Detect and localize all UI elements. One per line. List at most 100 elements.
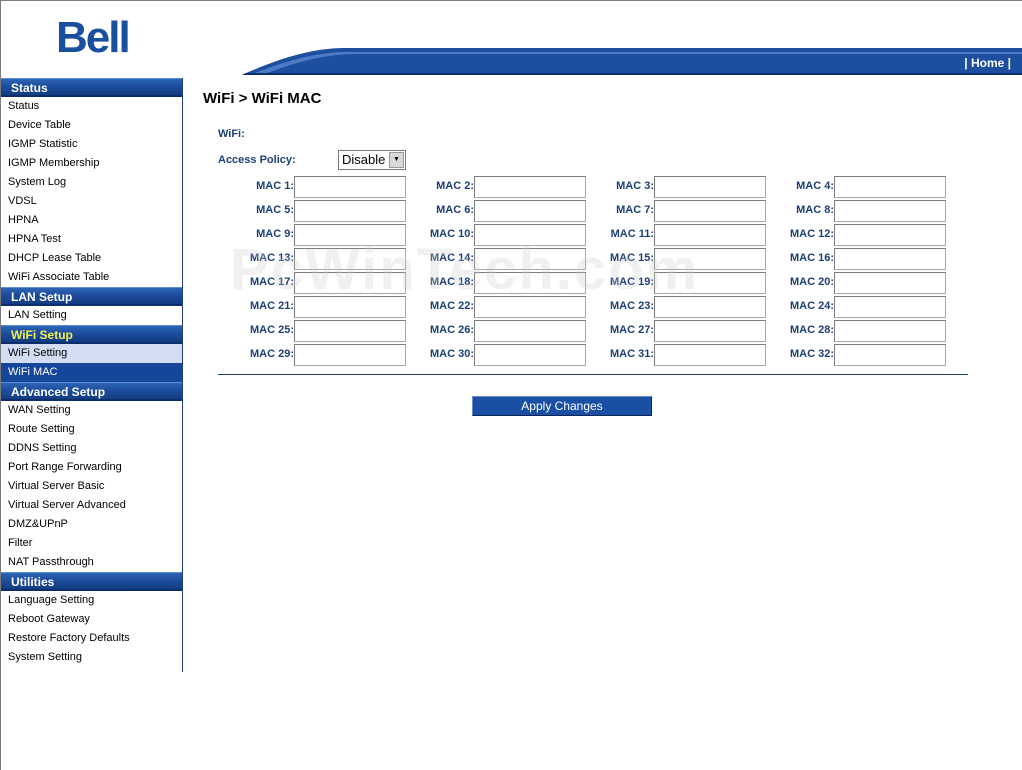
access-policy-select[interactable]: Disable ▼ <box>338 150 406 170</box>
mac-input[interactable] <box>654 344 766 366</box>
sidebar-item-ddns-setting[interactable]: DDNS Setting <box>1 439 182 458</box>
mac-input[interactable] <box>834 344 946 366</box>
mac-input[interactable] <box>834 200 946 222</box>
sidebar-item-nat-passthrough[interactable]: NAT Passthrough <box>1 553 182 572</box>
mac-field-10: MAC 10: <box>406 224 586 246</box>
divider <box>218 374 968 375</box>
mac-field-25: MAC 25: <box>226 320 406 342</box>
sidebar-item-device-table[interactable]: Device Table <box>1 116 182 135</box>
bell-logo: Bell <box>56 13 131 62</box>
sidebar-item-route-setting[interactable]: Route Setting <box>1 420 182 439</box>
mac-field-4: MAC 4: <box>766 176 946 198</box>
mac-input[interactable] <box>474 344 586 366</box>
mac-input[interactable] <box>654 200 766 222</box>
mac-input[interactable] <box>834 296 946 318</box>
mac-label: MAC 1: <box>256 180 294 192</box>
sidebar-item-hpna[interactable]: HPNA <box>1 211 182 230</box>
mac-input[interactable] <box>474 248 586 270</box>
mac-field-3: MAC 3: <box>586 176 766 198</box>
header: Bell | Home | <box>0 0 1022 78</box>
mac-label: MAC 22: <box>429 300 474 312</box>
mac-field-23: MAC 23: <box>586 296 766 318</box>
mac-input[interactable] <box>474 320 586 342</box>
mac-input[interactable] <box>834 248 946 270</box>
mac-input[interactable] <box>834 320 946 342</box>
mac-label: MAC 27: <box>609 324 654 336</box>
mac-label: MAC 5: <box>256 204 294 216</box>
mac-field-13: MAC 13: <box>226 248 406 270</box>
mac-input[interactable] <box>834 272 946 294</box>
mac-field-22: MAC 22: <box>406 296 586 318</box>
mac-field-6: MAC 6: <box>406 200 586 222</box>
mac-field-5: MAC 5: <box>226 200 406 222</box>
sidebar-item-virtual-server-advanced[interactable]: Virtual Server Advanced <box>1 496 182 515</box>
main-content: WiFi > WiFi MAC WiFi: Access Policy: Dis… <box>203 90 1003 416</box>
mac-label: MAC 6: <box>436 204 474 216</box>
mac-input[interactable] <box>294 176 406 198</box>
mac-field-18: MAC 18: <box>406 272 586 294</box>
mac-field-7: MAC 7: <box>586 200 766 222</box>
mac-label: MAC 8: <box>796 204 834 216</box>
mac-input[interactable] <box>834 176 946 198</box>
sidebar-item-system-setting[interactable]: System Setting <box>1 648 182 667</box>
mac-input[interactable] <box>654 320 766 342</box>
sidebar-item-lan-setting[interactable]: LAN Setting <box>1 306 182 325</box>
mac-input[interactable] <box>294 248 406 270</box>
access-policy-value: Disable <box>342 152 386 167</box>
sidebar-item-dhcp-lease-table[interactable]: DHCP Lease Table <box>1 249 182 268</box>
mac-input[interactable] <box>294 224 406 246</box>
sidebar-item-vdsl[interactable]: VDSL <box>1 192 182 211</box>
mac-label: MAC 31: <box>609 348 654 360</box>
sidebar-section-wifi-setup: WiFi Setup <box>1 325 182 344</box>
sidebar-item-virtual-server-basic[interactable]: Virtual Server Basic <box>1 477 182 496</box>
mac-field-19: MAC 19: <box>586 272 766 294</box>
mac-input[interactable] <box>294 344 406 366</box>
sidebar-item-restore-factory-defaults[interactable]: Restore Factory Defaults <box>1 629 182 648</box>
home-link[interactable]: | Home | <box>964 56 1011 70</box>
sidebar-item-wifi-mac[interactable]: WiFi MAC <box>1 363 182 382</box>
sidebar-item-hpna-test[interactable]: HPNA Test <box>1 230 182 249</box>
mac-field-12: MAC 12: <box>766 224 946 246</box>
mac-label: MAC 30: <box>429 348 474 360</box>
mac-input[interactable] <box>474 176 586 198</box>
mac-input[interactable] <box>474 200 586 222</box>
mac-input[interactable] <box>654 296 766 318</box>
mac-field-28: MAC 28: <box>766 320 946 342</box>
sidebar-item-igmp-membership[interactable]: IGMP Membership <box>1 154 182 173</box>
mac-label: MAC 16: <box>789 252 834 264</box>
sidebar-item-reboot-gateway[interactable]: Reboot Gateway <box>1 610 182 629</box>
sidebar-section-lan-setup: LAN Setup <box>1 287 182 306</box>
mac-label: MAC 12: <box>789 228 834 240</box>
sidebar-item-filter[interactable]: Filter <box>1 534 182 553</box>
home-link-text[interactable]: | Home | <box>964 56 1011 70</box>
sidebar-item-status[interactable]: Status <box>1 97 182 116</box>
sidebar-item-igmp-statistic[interactable]: IGMP Statistic <box>1 135 182 154</box>
mac-label: MAC 15: <box>609 252 654 264</box>
sidebar-item-language-setting[interactable]: Language Setting <box>1 591 182 610</box>
mac-input[interactable] <box>654 176 766 198</box>
sidebar-item-system-log[interactable]: System Log <box>1 173 182 192</box>
mac-field-2: MAC 2: <box>406 176 586 198</box>
mac-input[interactable] <box>294 320 406 342</box>
mac-field-1: MAC 1: <box>226 176 406 198</box>
mac-input[interactable] <box>474 296 586 318</box>
apply-changes-button[interactable]: Apply Changes <box>472 396 652 416</box>
sidebar-item-dmz-upnp[interactable]: DMZ&UPnP <box>1 515 182 534</box>
mac-label: MAC 18: <box>429 276 474 288</box>
mac-label: MAC 21: <box>249 300 294 312</box>
mac-input[interactable] <box>654 272 766 294</box>
mac-input[interactable] <box>834 224 946 246</box>
mac-input[interactable] <box>654 248 766 270</box>
mac-input[interactable] <box>294 296 406 318</box>
sidebar-item-wifi-setting[interactable]: WiFi Setting <box>1 344 182 363</box>
sidebar-item-wan-setting[interactable]: WAN Setting <box>1 401 182 420</box>
mac-input[interactable] <box>294 272 406 294</box>
mac-input[interactable] <box>474 224 586 246</box>
sidebar-item-port-range-forwarding[interactable]: Port Range Forwarding <box>1 458 182 477</box>
mac-input[interactable] <box>294 200 406 222</box>
mac-input[interactable] <box>654 224 766 246</box>
chevron-down-icon[interactable]: ▼ <box>389 152 404 168</box>
mac-label: MAC 3: <box>616 180 654 192</box>
sidebar-item-wifi-associate-table[interactable]: WiFi Associate Table <box>1 268 182 287</box>
mac-input[interactable] <box>474 272 586 294</box>
